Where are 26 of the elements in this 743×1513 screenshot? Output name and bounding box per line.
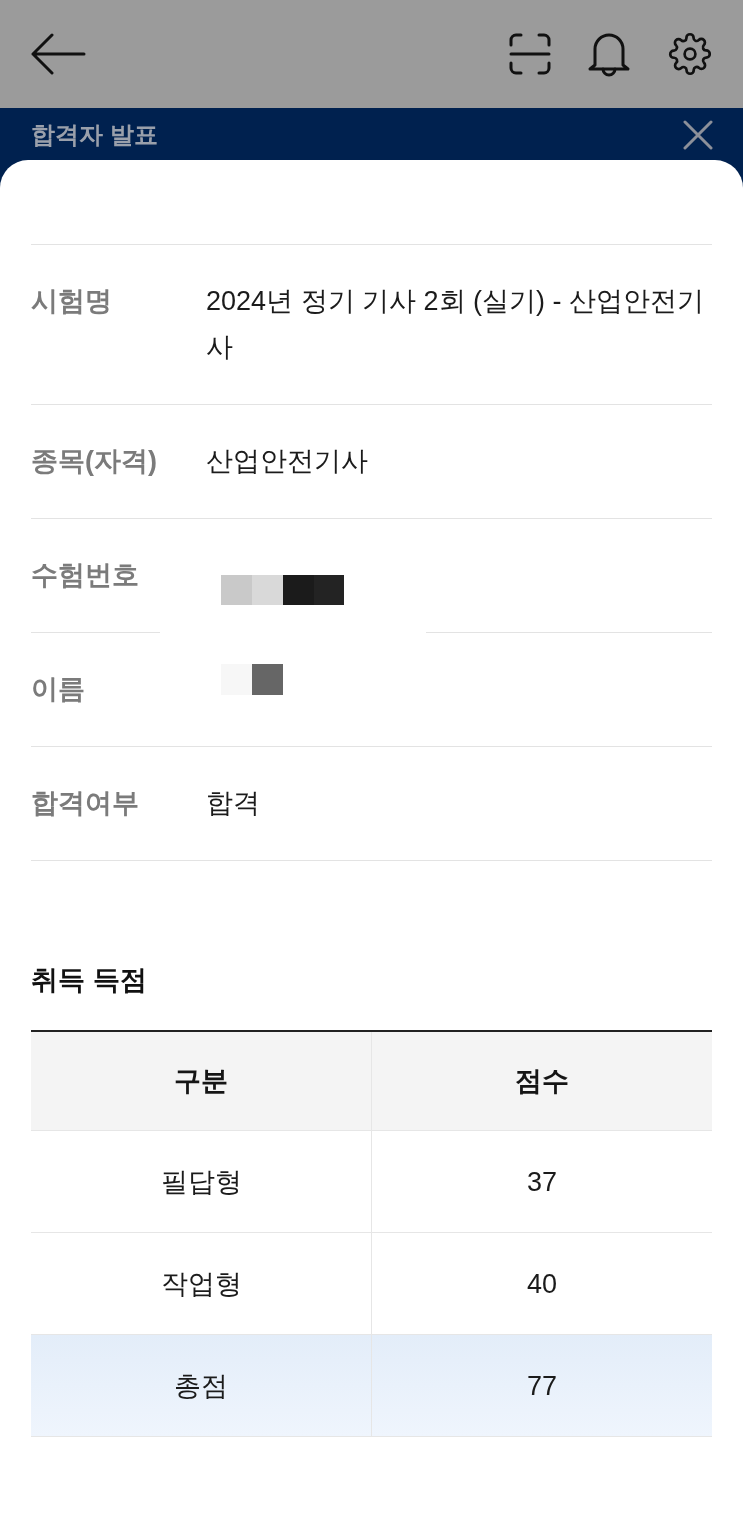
table-cell: 총점: [31, 1335, 372, 1437]
field-value: 2024년 정기 기사 2회 (실기) - 산업안전기사: [206, 285, 706, 364]
field-label: 수험번호: [31, 559, 139, 592]
close-icon: [683, 120, 713, 150]
section-title: 취득 득점: [31, 964, 147, 997]
table-cell: 필답형: [31, 1131, 372, 1233]
field-label: 이름: [31, 673, 85, 706]
column-header: 점수: [372, 1032, 712, 1131]
close-button[interactable]: [683, 120, 713, 150]
field-value: 산업안전기사: [206, 445, 368, 478]
settings-icon: [667, 31, 713, 77]
field-value: 합격: [206, 787, 260, 820]
field-label: 시험명: [31, 285, 112, 318]
scan-icon: [509, 33, 551, 75]
back-arrow-icon: [30, 33, 86, 75]
table-cell: 77: [372, 1335, 712, 1437]
banner-title: 합격자 발표: [31, 120, 158, 150]
notification-button[interactable]: [587, 31, 631, 77]
column-header: 구분: [31, 1032, 372, 1131]
scan-button[interactable]: [509, 33, 551, 75]
back-button[interactable]: [30, 33, 86, 75]
field-label: 합격여부: [31, 787, 139, 820]
bell-icon: [587, 31, 631, 77]
table-cell: 작업형: [31, 1233, 372, 1335]
settings-button[interactable]: [667, 31, 713, 77]
field-label: 종목(자격): [31, 445, 157, 478]
